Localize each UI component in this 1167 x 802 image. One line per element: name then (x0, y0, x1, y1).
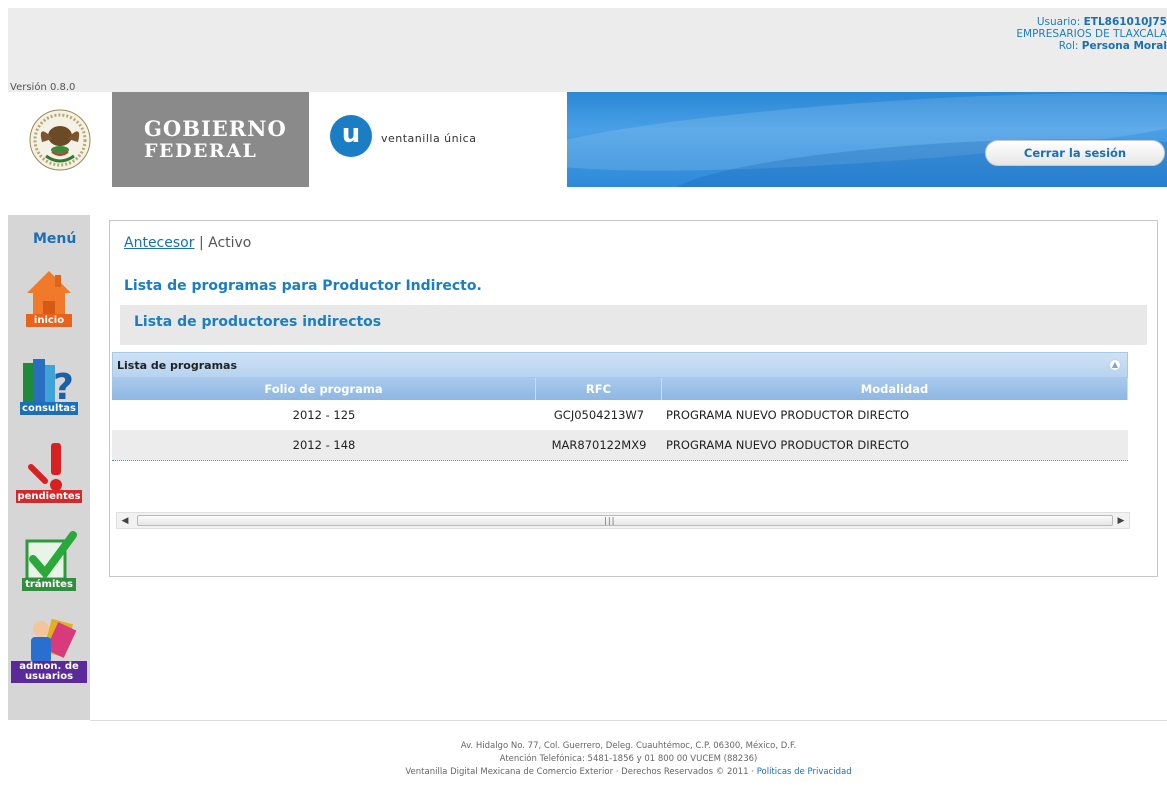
column-header-folio[interactable]: Folio de programa (112, 378, 536, 400)
footer-divider (90, 720, 1167, 721)
menu-label-admon-usuarios: admon. de usuarios (11, 661, 87, 683)
grid-caption: Lista de programas ▲ (112, 352, 1128, 378)
breadcrumb: Antecesor | Activo (124, 235, 251, 251)
logout-button[interactable]: Cerrar la sesión (985, 140, 1165, 166)
mexico-seal-icon (8, 92, 112, 187)
menu-item-pendientes[interactable]: pendientes (9, 439, 89, 511)
cell-rfc: MAR870122MX9 (551, 438, 647, 452)
menu-item-tramites[interactable]: trámites (9, 527, 89, 599)
table-row[interactable]: 2012 - 148 MAR870122MX9 PROGRAMA NUEVO P… (112, 430, 1128, 460)
vu-logo-text: ventanilla única (381, 132, 477, 145)
menu-item-inicio[interactable]: inicio (9, 263, 89, 335)
column-header-rfc[interactable]: RFC (536, 378, 662, 400)
menu-item-admon-usuarios[interactable]: admon. de usuarios (9, 613, 89, 685)
collapse-grid-icon[interactable]: ▲ (1109, 359, 1121, 371)
cell-rfc: GCJ0504213W7 (553, 408, 645, 422)
footer: Av. Hidalgo No. 77, Col. Guerrero, Deleg… (90, 740, 1167, 779)
privacy-policy-link[interactable]: Políticas de Privacidad (757, 767, 852, 777)
menu-label-consultas: consultas (20, 402, 78, 415)
menu-label-inicio: inicio (25, 314, 73, 327)
page-title: Lista de programas para Productor Indire… (124, 278, 482, 294)
left-margin (0, 0, 8, 802)
user-label: Usuario: (1036, 16, 1081, 28)
footer-phone: Atención Telefónica: 5481-1856 y 01 800 … (499, 754, 758, 764)
company-name: EMPRESARIOS DE TLAXCALA (1016, 28, 1167, 40)
top-bar: Versión 0.8.0 Usuario: ETL861010J75 EMPR… (8, 8, 1167, 93)
breadcrumb-antecesor-link[interactable]: Antecesor (124, 235, 194, 251)
menu-label-tramites: trámites (22, 578, 76, 591)
scrollbar-thumb[interactable]: ||| (137, 515, 1113, 526)
checkmark-icon (25, 531, 77, 581)
grid-header: Folio de programa RFC Modalidad (112, 378, 1128, 400)
federal-text: FEDERAL (144, 140, 258, 162)
footer-copyright: Ventanilla Digital Mexicana de Comercio … (405, 767, 754, 777)
cell-folio: 2012 - 148 (292, 438, 356, 452)
scroll-right-icon[interactable]: ▶ (1115, 515, 1127, 527)
user-id: ETL861010J75 (1083, 16, 1167, 28)
exclamation-icon (28, 443, 62, 491)
breadcrumb-separator: | (198, 235, 204, 251)
footer-address: Av. Hidalgo No. 77, Col. Guerrero, Deleg… (460, 741, 797, 751)
cell-folio: 2012 - 125 (292, 408, 356, 422)
gobierno-text: Gobierno (144, 116, 287, 141)
programs-grid: Lista de programas ▲ Folio de programa R… (112, 352, 1128, 461)
grid-body: 2012 - 125 GCJ0504213W7 PROGRAMA NUEVO P… (112, 400, 1128, 461)
horizontal-scrollbar[interactable]: ◀ ||| ▶ (116, 512, 1130, 529)
cell-modalidad: PROGRAMA NUEVO PRODUCTOR DIRECTO (666, 408, 909, 422)
header-banner: Gobierno FEDERAL u ventanilla única (8, 92, 1167, 187)
role-label: Rol: (1058, 40, 1079, 52)
scroll-left-icon[interactable]: ◀ (119, 515, 131, 527)
page: Versión 0.8.0 Usuario: ETL861010J75 EMPR… (0, 0, 1167, 802)
vu-logo-icon: u (330, 115, 372, 157)
subtitle-box: Lista de productores indirectos (120, 305, 1147, 345)
cell-modalidad: PROGRAMA NUEVO PRODUCTOR DIRECTO (666, 438, 909, 452)
section-subtitle: Lista de productores indirectos (134, 314, 382, 330)
gobierno-federal-logo: Gobierno FEDERAL (112, 92, 309, 187)
breadcrumb-current: Activo (208, 235, 252, 251)
main-panel: Antecesor | Activo Lista de programas pa… (109, 220, 1158, 577)
role-value: Persona Moral (1081, 40, 1167, 52)
svg-text:?: ? (53, 367, 74, 407)
table-row[interactable]: 2012 - 125 GCJ0504213W7 PROGRAMA NUEVO P… (112, 400, 1128, 430)
sidebar-menu: Menú inicio ? consultas pendientes trámi… (8, 215, 90, 720)
column-header-modalidad[interactable]: Modalidad (662, 378, 1128, 400)
ventanilla-unica-logo: u ventanilla única (309, 92, 567, 187)
grid-caption-text: Lista de programas (117, 359, 238, 372)
question-icon: ? (23, 359, 74, 407)
users-icon (31, 618, 77, 663)
menu-title: Menú (33, 231, 77, 247)
user-info: Usuario: ETL861010J75 EMPRESARIOS DE TLA… (1016, 16, 1167, 52)
menu-item-consultas[interactable]: ? consultas (9, 351, 89, 423)
scroll-grip-icon: ||| (603, 516, 615, 525)
menu-label-pendientes: pendientes (16, 490, 82, 503)
